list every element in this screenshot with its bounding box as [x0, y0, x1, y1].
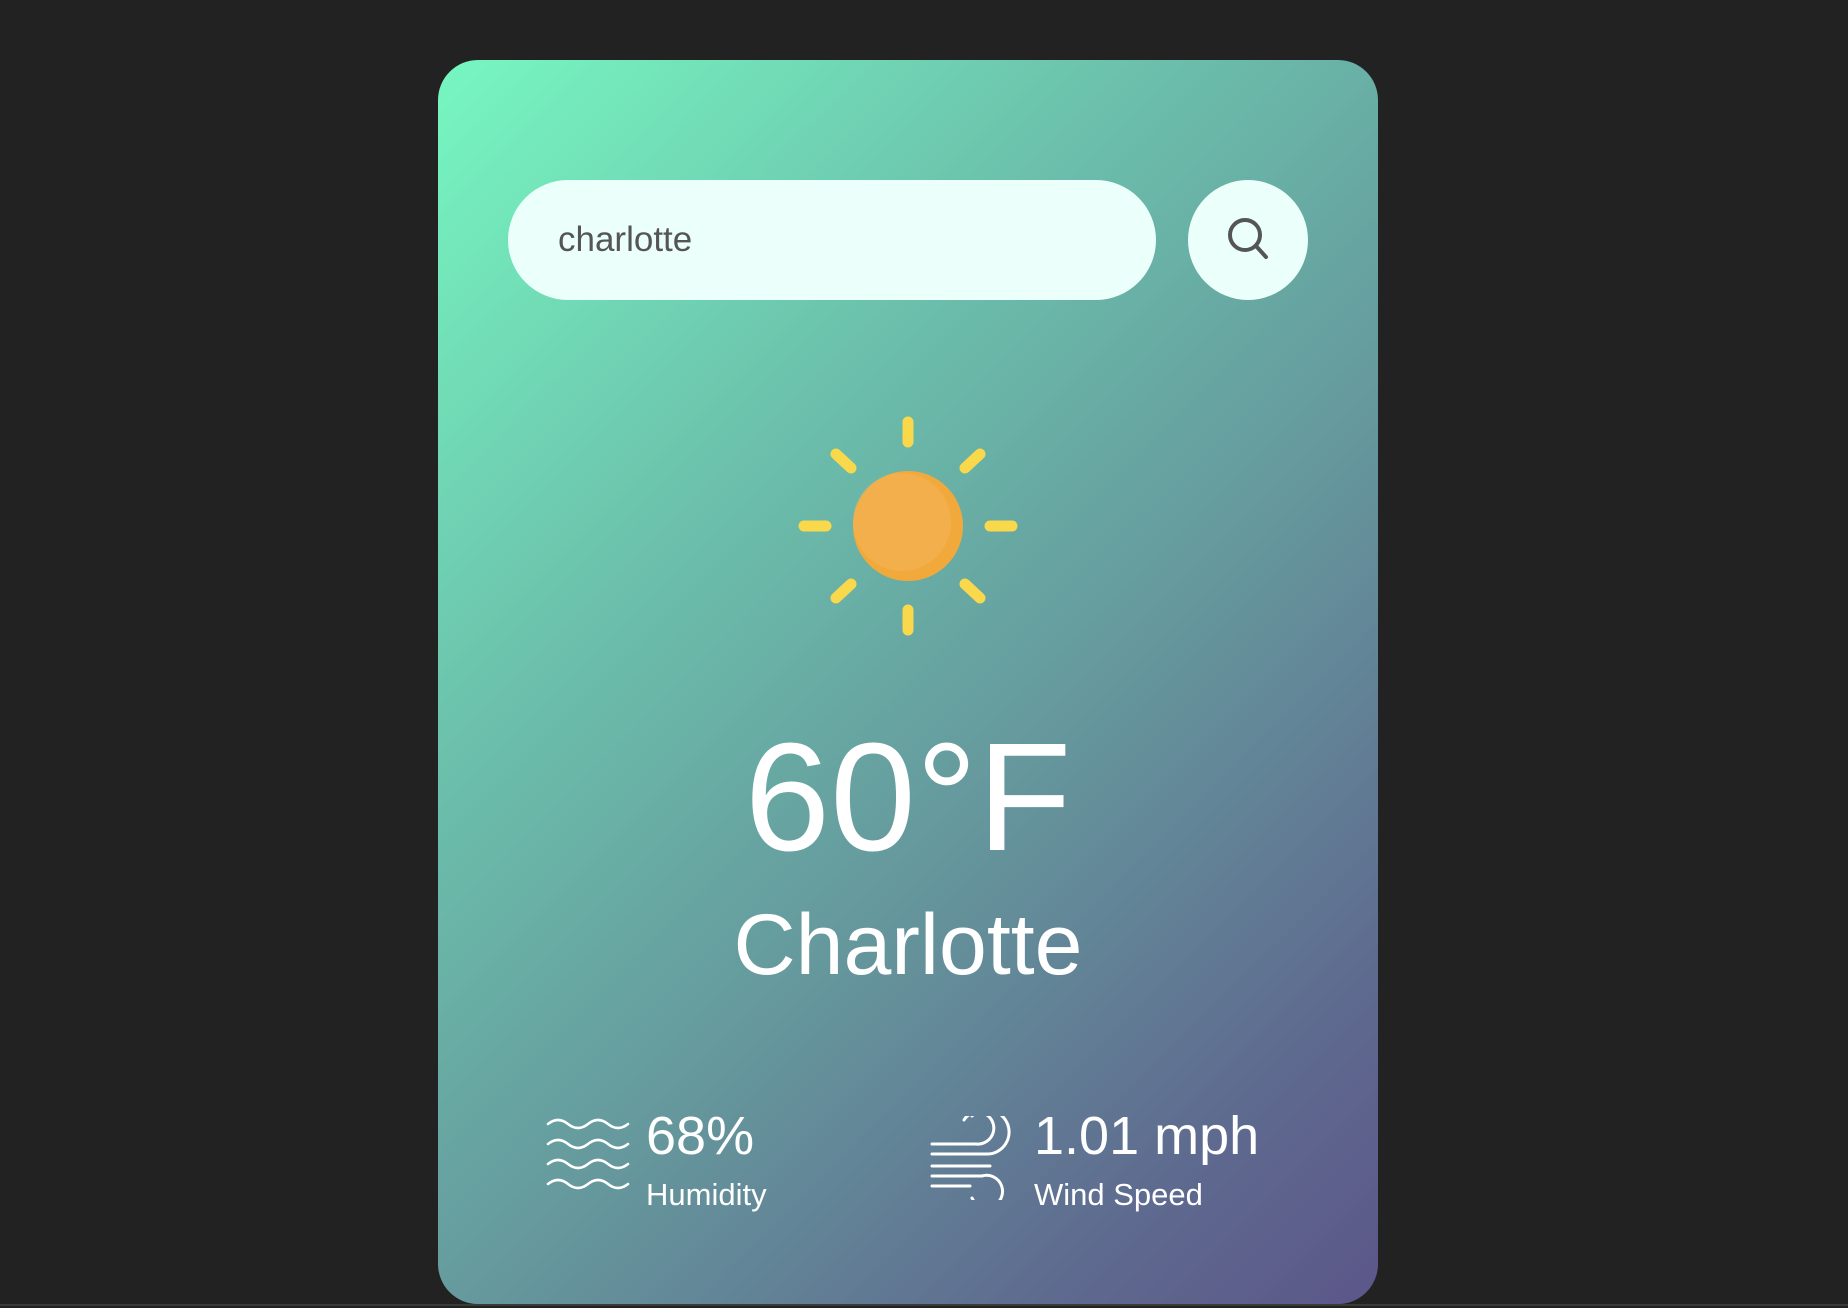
humidity-detail: 68% Humidity — [546, 1104, 826, 1224]
wind-speed-value: 1.01 mph — [1034, 1106, 1260, 1166]
app-background: 60°F Charlotte 68% Humidity — [0, 0, 1848, 1308]
city-name: Charlotte — [733, 897, 1083, 993]
humidity-label: Humidity — [646, 1177, 767, 1212]
humidity-value: 68% — [646, 1106, 755, 1166]
search-icon — [1228, 218, 1268, 259]
wind-speed-label: Wind Speed — [1034, 1177, 1203, 1212]
window-bottom-edge — [0, 1304, 1848, 1306]
wind-icon — [930, 1116, 1011, 1200]
temperature-readout: 60°F — [744, 711, 1072, 883]
sun-icon — [798, 416, 1018, 636]
search-button[interactable] — [1188, 180, 1308, 300]
weather-card: 60°F Charlotte 68% Humidity — [438, 60, 1378, 1304]
wind-detail: 1.01 mph Wind Speed — [930, 1104, 1290, 1224]
search-bar — [508, 180, 1308, 300]
search-input[interactable] — [508, 180, 1156, 300]
humidity-waves-icon — [546, 1118, 630, 1190]
